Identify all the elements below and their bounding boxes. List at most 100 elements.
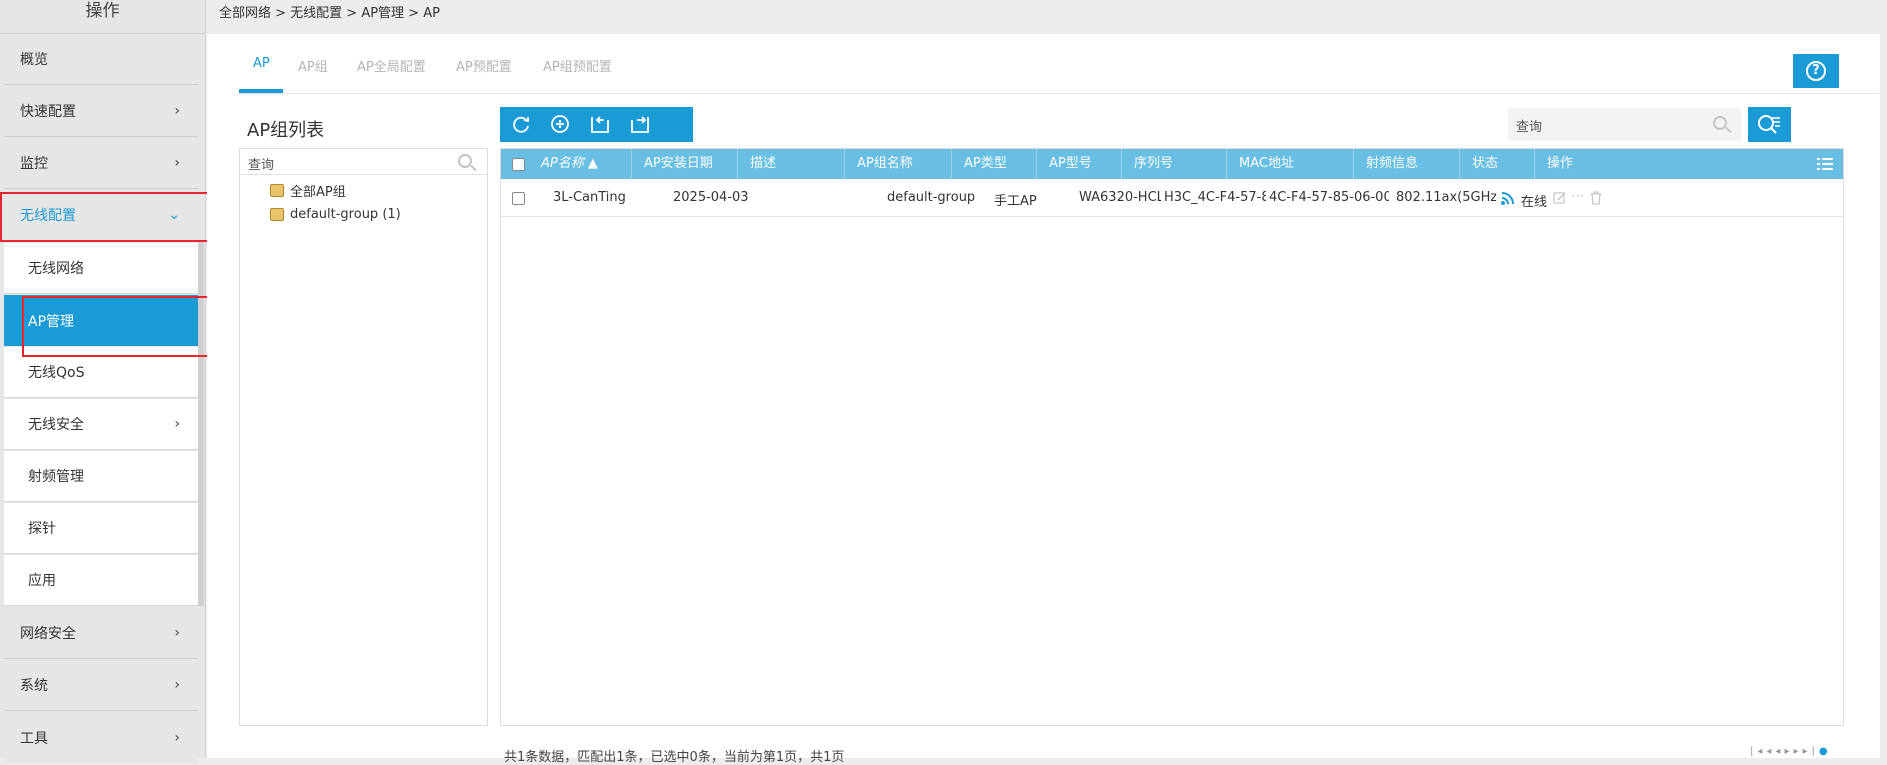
export-icon[interactable] bbox=[629, 114, 651, 134]
column-header-serial[interactable]: 序列号 bbox=[1121, 149, 1173, 179]
chevron-right-icon: › bbox=[174, 625, 180, 641]
chevron-right-icon: › bbox=[174, 416, 180, 432]
folder-icon bbox=[270, 184, 284, 197]
tab-bar: AP AP组 AP全局配置 AP预配置 AP组预配置 bbox=[239, 34, 1879, 94]
content-panel: AP AP组 AP全局配置 AP预配置 AP组预配置 ? AP组列表 查询 全部… bbox=[207, 34, 1880, 765]
bulb-icon[interactable]: ● bbox=[1819, 746, 1832, 757]
sidebar-item-label: 监控 bbox=[20, 156, 48, 172]
advanced-search-icon bbox=[1758, 115, 1780, 134]
sidebar-item-label: 工具 bbox=[20, 730, 48, 747]
next-page-icon[interactable]: ▸▸ bbox=[1784, 746, 1802, 757]
sidebar-subitem-probe[interactable]: 探针 bbox=[4, 503, 198, 554]
pagination: |◂◂◂▸▸▸|● bbox=[1750, 746, 1832, 757]
import-icon[interactable] bbox=[589, 114, 611, 134]
column-header-mac[interactable]: MAC地址 bbox=[1226, 149, 1294, 179]
table-toolbar bbox=[500, 107, 693, 142]
table-row[interactable]: 3L-CanTing 2025-04-03 default-group 手工AP… bbox=[501, 179, 1843, 217]
column-header-description[interactable]: 描述 bbox=[737, 149, 776, 179]
prev-page-icon[interactable]: ◂◂ bbox=[1766, 746, 1784, 757]
ap-table: AP名称 ▲ AP安装日期 描述 AP组名称 AP类型 AP型号 序列号 MAC… bbox=[500, 148, 1844, 726]
help-icon: ? bbox=[1806, 61, 1826, 81]
sidebar-item-monitor[interactable]: 监控 › bbox=[4, 138, 198, 189]
sidebar-subitem-application[interactable]: 应用 bbox=[4, 555, 198, 606]
sidebar-subitem-label: 无线网络 bbox=[28, 261, 84, 277]
group-search-input[interactable]: 查询 bbox=[240, 149, 487, 175]
column-header-type[interactable]: AP类型 bbox=[951, 149, 1007, 179]
table-search-input[interactable]: 查询 bbox=[1508, 108, 1741, 141]
sidebar-subitem-label: 探针 bbox=[28, 521, 56, 537]
cell-serial: H3C_4C-F4-57-8... bbox=[1164, 190, 1266, 205]
search-icon[interactable] bbox=[458, 154, 472, 168]
tab-ap-preconfig[interactable]: AP预配置 bbox=[456, 56, 512, 75]
chevron-right-icon: › bbox=[174, 103, 180, 119]
tree-item-all-groups[interactable]: 全部AP组 bbox=[270, 181, 346, 200]
sidebar-item-label: 快速配置 bbox=[20, 104, 76, 120]
sidebar-item-overview[interactable]: 概览 bbox=[4, 34, 198, 85]
tree-item-default-group[interactable]: default-group (1) bbox=[270, 207, 401, 222]
folder-icon bbox=[270, 208, 284, 221]
column-header-group[interactable]: AP组名称 bbox=[844, 149, 913, 179]
sidebar-header: 操作 bbox=[0, 0, 205, 34]
column-header-radio[interactable]: 射频信息 bbox=[1353, 149, 1418, 179]
main-content: 全部网络 > 无线配置 > AP管理 > AP AP AP组 AP全局配置 AP… bbox=[207, 0, 1887, 765]
sidebar-item-label: 系统 bbox=[20, 678, 48, 694]
cell-ap-name[interactable]: 3L-CanTing bbox=[553, 190, 643, 205]
sidebar-item-network-security[interactable]: 网络安全 › bbox=[4, 608, 198, 659]
column-header-install-date[interactable]: AP安装日期 bbox=[631, 149, 713, 179]
delete-icon[interactable] bbox=[1590, 191, 1602, 205]
sidebar-item-quick-config[interactable]: 快速配置 › bbox=[4, 86, 198, 137]
help-button[interactable]: ? bbox=[1793, 54, 1839, 88]
sidebar-item-label: 概览 bbox=[20, 52, 48, 68]
group-list-panel: 查询 全部AP组 default-group (1) bbox=[239, 148, 488, 726]
tree-item-label: 全部AP组 bbox=[290, 185, 346, 200]
group-list-title: AP组列表 bbox=[247, 120, 325, 141]
cell-radio: 802.11ax(5GHz)(... bbox=[1396, 190, 1496, 205]
sidebar-subitem-radio-management[interactable]: 射频管理 bbox=[4, 451, 198, 502]
row-checkbox[interactable] bbox=[512, 192, 525, 205]
chevron-right-icon: › bbox=[174, 677, 180, 693]
sidebar-subitem-wireless-network[interactable]: 无线网络 bbox=[4, 243, 198, 294]
add-icon[interactable] bbox=[549, 114, 571, 134]
table-search-placeholder: 查询 bbox=[1516, 120, 1543, 135]
edit-icon[interactable] bbox=[1553, 191, 1567, 205]
more-icon[interactable]: ⋯ bbox=[1571, 188, 1585, 204]
column-header-status[interactable]: 状态 bbox=[1459, 149, 1498, 179]
column-header-model[interactable]: AP型号 bbox=[1036, 149, 1092, 179]
column-header-ap-name[interactable]: AP名称 ▲ bbox=[529, 149, 598, 179]
sidebar-subitem-label: 应用 bbox=[28, 573, 56, 589]
chevron-right-icon: › bbox=[174, 729, 180, 746]
sidebar-scrollbar[interactable] bbox=[198, 240, 204, 606]
column-settings-icon[interactable] bbox=[1817, 158, 1833, 170]
tree-item-label: default-group (1) bbox=[290, 207, 401, 222]
sidebar-subitem-label: 无线安全 bbox=[28, 417, 84, 433]
sidebar-item-label: 网络安全 bbox=[20, 626, 76, 642]
table-header: AP名称 ▲ AP安装日期 描述 AP组名称 AP类型 AP型号 序列号 MAC… bbox=[501, 149, 1843, 179]
sidebar-item-system[interactable]: 系统 › bbox=[4, 660, 198, 711]
tab-ap-global-config[interactable]: AP全局配置 bbox=[357, 56, 426, 75]
search-icon[interactable] bbox=[1713, 116, 1727, 130]
tab-ap[interactable]: AP bbox=[253, 56, 270, 71]
highlight-box-ap-management bbox=[22, 296, 233, 357]
cell-group: default-group bbox=[887, 190, 976, 205]
cell-status: 在线 bbox=[1521, 195, 1548, 210]
cell-mac: 4C-F4-57-85-06-00 bbox=[1269, 190, 1389, 205]
tab-ap-group-preconfig[interactable]: AP组预配置 bbox=[543, 56, 612, 75]
tab-ap-group[interactable]: AP组 bbox=[298, 56, 328, 75]
sidebar-subitem-label: 无线QoS bbox=[28, 365, 85, 381]
group-search-placeholder: 查询 bbox=[248, 158, 275, 173]
cell-model: WA6320-HCL bbox=[1079, 190, 1161, 205]
sidebar-item-tools[interactable]: 工具 › bbox=[4, 712, 198, 763]
sidebar: 操作 概览 快速配置 › 监控 › 无线配置 ⌄ 无线网络 AP管理 无线QoS 无线… bbox=[0, 0, 206, 763]
sidebar-subitem-wireless-security[interactable]: 无线安全 › bbox=[4, 399, 198, 450]
online-signal-icon bbox=[1501, 192, 1514, 205]
highlight-box-wireless-config bbox=[0, 192, 217, 242]
last-page-icon[interactable]: ▸| bbox=[1802, 746, 1818, 757]
advanced-search-button[interactable] bbox=[1748, 107, 1791, 142]
select-all-checkbox[interactable] bbox=[512, 158, 525, 171]
table-footer-summary: 共1条数据，匹配出1条，已选中0条，当前为第1页，共1页 bbox=[504, 750, 845, 765]
first-page-icon[interactable]: |◂ bbox=[1750, 746, 1766, 757]
cell-type: 手工AP bbox=[994, 194, 1037, 209]
refresh-icon[interactable] bbox=[510, 114, 532, 134]
column-header-actions: 操作 bbox=[1534, 149, 1573, 179]
active-tab-indicator bbox=[239, 89, 283, 93]
